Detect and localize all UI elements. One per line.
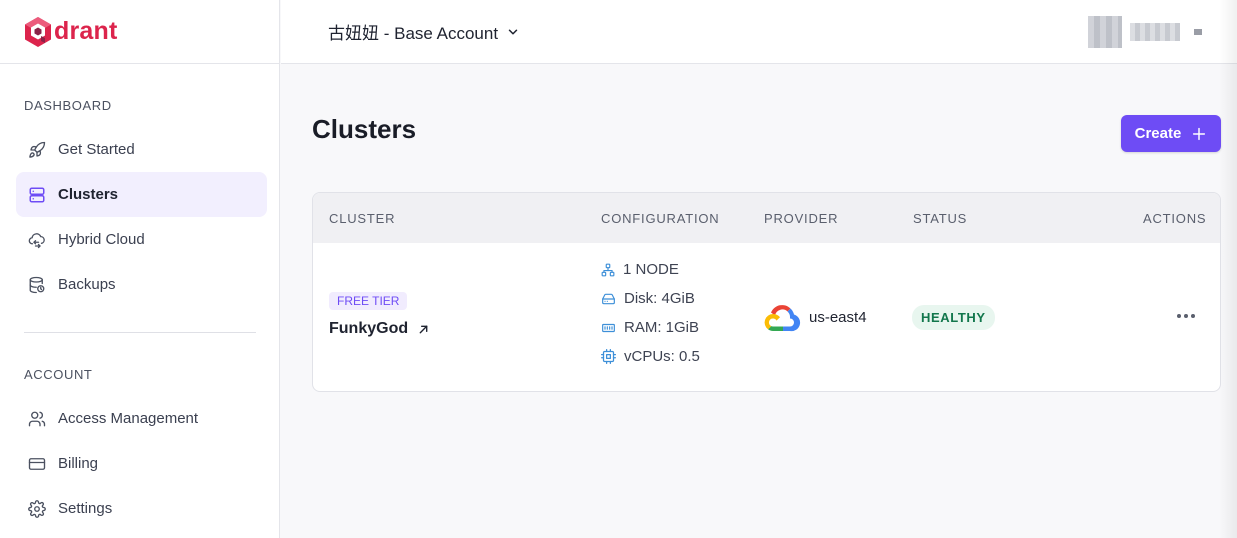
sidebar-item-label: Backups [58, 276, 116, 293]
avatar [1088, 16, 1122, 48]
qdrant-logo[interactable]: drant [0, 0, 279, 64]
status-badge: HEALTHY [912, 305, 995, 330]
config-nodes-text: 1 NODE [623, 261, 679, 278]
credit-card-icon [28, 455, 46, 473]
table-row: FREE TIER FunkyGod 1 NODE Disk: 4GiB RAM… [313, 193, 1220, 391]
section-label-account: ACCOUNT [24, 367, 93, 382]
window-edge-shadow [1219, 0, 1237, 538]
users-icon [28, 410, 46, 428]
sidebar-item-backups[interactable]: Backups [16, 262, 267, 307]
sidebar-item-billing[interactable]: Billing [16, 441, 267, 486]
cluster-name-link[interactable]: FunkyGod [329, 320, 429, 338]
account-label: 古妞妞 - Base Account [328, 24, 499, 43]
database-backup-icon [28, 276, 46, 294]
config-vcpus-text: vCPUs: 0.5 [624, 348, 700, 365]
user-name-redacted [1130, 23, 1180, 41]
row-actions-menu-button[interactable] [1177, 314, 1197, 322]
logo-text: drant [54, 17, 118, 45]
sidebar-item-label: Access Management [58, 410, 199, 427]
clusters-table: CLUSTER CONFIGURATION PROVIDER STATUS AC… [312, 192, 1221, 392]
section-label-dashboard: DASHBOARD [24, 98, 112, 113]
provider-cell: us-east4 [763, 302, 867, 332]
memory-icon [602, 323, 615, 332]
sidebar-item-label: Hybrid Cloud [58, 231, 145, 248]
config-ram: RAM: 1GiB [601, 319, 699, 336]
sidebar-divider [24, 332, 256, 333]
create-button-label: Create [1134, 125, 1182, 142]
create-cluster-button[interactable]: Create [1121, 115, 1221, 152]
rocket-icon [28, 141, 46, 159]
cpu-icon [601, 349, 616, 364]
sidebar-item-hybrid-cloud[interactable]: Hybrid Cloud [16, 217, 267, 262]
more-dots-icon [1177, 314, 1181, 318]
external-link-arrow-icon [419, 325, 428, 333]
config-disk-text: Disk: 4GiB [624, 290, 695, 307]
sidebar-item-clusters[interactable]: Clusters [16, 172, 267, 217]
tier-badge: FREE TIER [329, 292, 408, 310]
gear-icon [28, 499, 46, 518]
sidebar-item-label: Clusters [58, 186, 119, 203]
account-switcher[interactable]: 古妞妞 - Base Account [328, 19, 520, 44]
sidebar-item-label: Settings [58, 500, 113, 517]
chevron-down-icon [508, 28, 518, 35]
qdrant-logo-icon [25, 16, 51, 47]
user-menu[interactable] [1088, 16, 1202, 48]
page-title: Clusters [312, 114, 417, 144]
user-menu-caret-icon [1194, 29, 1202, 35]
sidebar-item-get-started[interactable]: Get Started [16, 127, 267, 172]
cluster-name: FunkyGod [329, 320, 409, 337]
sidebar-item-access-management[interactable]: Access Management [16, 396, 267, 441]
plus-icon [1193, 127, 1206, 140]
server-icon [28, 186, 46, 204]
config-nodes: 1 NODE [601, 261, 679, 278]
more-dots-icon [1191, 314, 1195, 318]
sidebar-item-label: Billing [58, 455, 99, 472]
cloud-sync-icon [28, 231, 46, 249]
config-ram-text: RAM: 1GiB [624, 319, 700, 336]
google-cloud-icon [764, 305, 801, 332]
sidebar: drant DASHBOARD Get Started Clusters Hyb… [0, 0, 280, 538]
disk-icon [602, 293, 615, 304]
config-disk: Disk: 4GiB [601, 290, 695, 307]
sidebar-item-label: Get Started [58, 141, 135, 158]
provider-region: us-east4 [809, 308, 867, 326]
more-dots-icon [1184, 314, 1188, 318]
top-header: 古妞妞 - Base Account [281, 0, 1237, 64]
sidebar-item-settings[interactable]: Settings [16, 486, 267, 531]
network-nodes-icon [601, 263, 615, 276]
config-vcpus: vCPUs: 0.5 [601, 348, 700, 365]
